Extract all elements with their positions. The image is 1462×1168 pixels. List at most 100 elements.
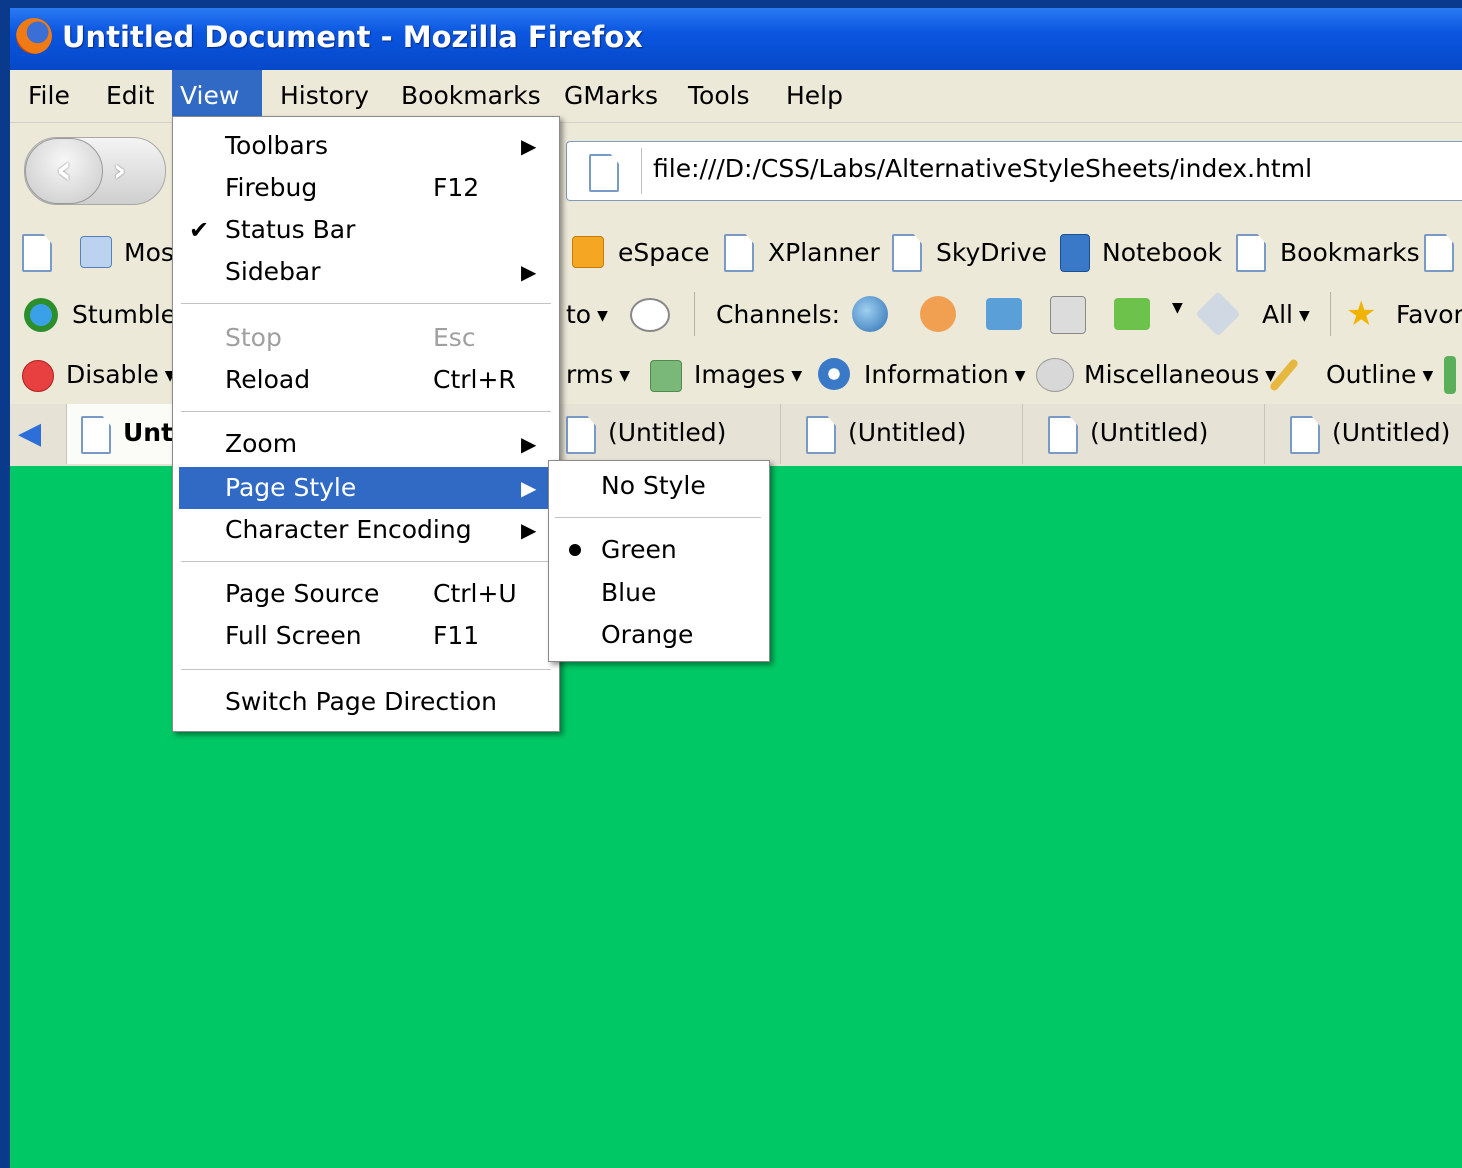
bookmark-page-icon (1424, 234, 1454, 272)
menu-item-stop: Stop Esc (225, 323, 476, 352)
tab-label: (Untitled) (1332, 418, 1451, 447)
stumbleupon-icon (24, 298, 58, 332)
disable-icon (22, 360, 54, 392)
menu-item-full-screen[interactable]: Full Screen F11 (179, 615, 551, 657)
photos-icon[interactable] (986, 298, 1022, 330)
menu-item-zoom[interactable]: Zoom ▶ (179, 423, 551, 465)
page-icon (81, 416, 111, 454)
menu-item-page-source[interactable]: Page Source Ctrl+U (179, 573, 551, 615)
bookmark-page-icon (1236, 234, 1266, 272)
style-option-blue[interactable]: Blue (549, 572, 769, 614)
menu-item-toolbars[interactable]: Toolbars ▶ (179, 125, 551, 167)
toolbar-separator (1330, 292, 1331, 336)
menu-edit[interactable]: Edit (98, 70, 162, 122)
bookmark-bookmarks[interactable]: Bookmarks (1280, 238, 1420, 267)
forward-button[interactable]: › (113, 138, 157, 204)
menu-item-sidebar[interactable]: Sidebar ▶ (179, 251, 551, 293)
page-icon (1290, 416, 1320, 454)
page-style-submenu: No Style Green Blue Orange (548, 460, 770, 662)
menu-view[interactable]: View (172, 70, 262, 122)
menu-separator (181, 561, 551, 562)
tab-label: (Untitled) (608, 418, 727, 447)
notebook-icon (1060, 234, 1090, 272)
bookmark-xplanner[interactable]: XPlanner (768, 238, 880, 267)
checkmark-icon: ✔ (189, 216, 210, 244)
all-button[interactable]: All ▼ (1262, 300, 1310, 329)
forward-arrow-icon: › (113, 151, 127, 189)
menu-history[interactable]: History (272, 70, 377, 122)
url-divider (641, 148, 642, 194)
star-icon: ★ (1346, 294, 1377, 334)
bookmark-skydrive[interactable]: SkyDrive (936, 238, 1047, 267)
title-bar: Untitled Document - Mozilla Firefox (10, 8, 1462, 70)
tab-label: (Untitled) (848, 418, 967, 447)
bookmark-mos[interactable]: Mos (124, 238, 174, 267)
back-button[interactable]: ‹ (25, 138, 103, 204)
menu-item-character-encoding[interactable]: Character Encoding ▶ (179, 509, 551, 551)
disable-button[interactable]: Disable ▼ (66, 360, 176, 389)
shuffle-icon[interactable] (1114, 298, 1150, 330)
menu-file[interactable]: File (20, 70, 78, 122)
menu-item-reload[interactable]: Reload Ctrl+R (179, 359, 551, 401)
favorites-button[interactable]: Favor (1396, 300, 1462, 329)
globe-icon[interactable] (852, 296, 888, 332)
submenu-arrow-icon: ▶ (521, 476, 537, 500)
window-title: Untitled Document - Mozilla Firefox (62, 20, 643, 54)
page-icon (1048, 416, 1078, 454)
information-button[interactable]: Information ▼ (864, 360, 1026, 389)
miscellaneous-button[interactable]: Miscellaneous ▼ (1084, 360, 1276, 389)
submenu-arrow-icon: ▶ (521, 260, 537, 284)
dropdown-arrow-icon: ▼ (1422, 368, 1434, 384)
style-option-no-style[interactable]: No Style (549, 465, 769, 507)
tab-untitled[interactable]: (Untitled) (782, 404, 1023, 464)
tv-icon[interactable] (1050, 296, 1086, 334)
url-bar[interactable]: file:///D:/CSS/Labs/AlternativeStyleShee… (566, 141, 1462, 201)
tab-scroll-left-icon[interactable]: ◀ (18, 416, 41, 451)
bookmark-page-icon (892, 234, 922, 272)
tab-label: Unt (123, 418, 174, 447)
menu-separator (181, 303, 551, 304)
forms-button[interactable]: rms ▼ (566, 360, 630, 389)
menu-item-firebug[interactable]: Firebug F12 (179, 167, 551, 209)
bookmark-espace[interactable]: eSpace (618, 238, 710, 267)
tab-label: (Untitled) (1090, 418, 1209, 447)
style-option-green[interactable]: Green (549, 529, 769, 571)
page-icon (566, 416, 596, 454)
menu-gmarks[interactable]: GMarks (556, 70, 666, 122)
view-menu-dropdown: Toolbars ▶ Firebug F12 ✔ Status Bar Sidebar… (172, 116, 560, 732)
to-button[interactable]: to ▼ (566, 300, 608, 329)
firefox-logo-icon (16, 18, 52, 54)
channels-label: Channels: (716, 300, 841, 329)
comment-bubble-icon[interactable] (630, 298, 670, 332)
dropdown-arrow-icon: ▼ (597, 308, 608, 324)
page-icon (589, 154, 619, 192)
menu-separator (181, 669, 551, 670)
tab-untitled[interactable]: (Untitled) (550, 404, 781, 464)
tag-icon[interactable] (1195, 291, 1241, 337)
toolbar-separator (694, 292, 695, 336)
menu-item-switch-page-direction[interactable]: Switch Page Direction (179, 681, 551, 723)
menu-separator (555, 517, 761, 518)
menu-tools[interactable]: Tools (680, 70, 758, 122)
search-page-icon (80, 236, 112, 268)
menu-item-status-bar[interactable]: ✔ Status Bar (179, 209, 551, 251)
dropdown-arrow-icon[interactable]: ▼ (1172, 300, 1183, 316)
bookmark-notebook[interactable]: Notebook (1102, 238, 1222, 267)
page-icon (806, 416, 836, 454)
outline-button[interactable]: Outline ▼ (1326, 360, 1433, 389)
menu-bookmarks[interactable]: Bookmarks (393, 70, 549, 122)
style-option-orange[interactable]: Orange (549, 614, 769, 656)
stumble-button[interactable]: Stumble! (72, 300, 186, 329)
menu-help[interactable]: Help (778, 70, 851, 122)
tab-untitled[interactable]: (Untitled) (1266, 404, 1462, 464)
tab-current[interactable]: Unt (66, 404, 188, 464)
resize-icon (1444, 356, 1456, 394)
tab-untitled[interactable]: (Untitled) (1024, 404, 1265, 464)
miscellaneous-icon (1036, 358, 1074, 392)
people-icon[interactable] (920, 296, 956, 332)
menu-item-page-style[interactable]: Page Style ▶ (179, 467, 551, 509)
url-input[interactable]: file:///D:/CSS/Labs/AlternativeStyleShee… (653, 154, 1312, 183)
information-icon (818, 358, 850, 390)
images-button[interactable]: Images ▼ (694, 360, 802, 389)
dropdown-arrow-icon: ▼ (791, 368, 803, 384)
